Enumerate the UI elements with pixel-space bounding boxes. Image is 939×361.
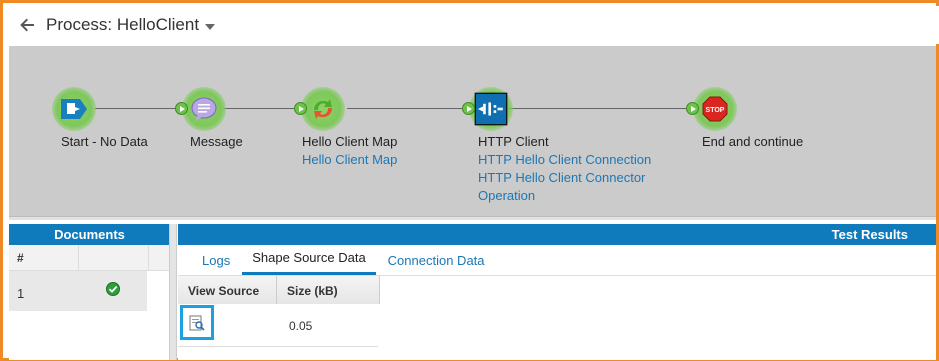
- connector-dot: [462, 102, 475, 115]
- view-source-cell: [178, 304, 277, 342]
- start-no-data-icon: [61, 99, 87, 119]
- shape-map[interactable]: [294, 87, 345, 131]
- shape-http-client[interactable]: [462, 87, 513, 131]
- stop-icon: STOP: [702, 96, 728, 122]
- chevron-down-icon[interactable]: [205, 24, 216, 30]
- flow-line: [95, 108, 187, 109]
- shape-label-start: Start - No Data: [61, 134, 148, 149]
- http-client-icon: [474, 92, 508, 126]
- row-divider: [178, 346, 378, 347]
- flow-line: [223, 108, 305, 109]
- view-source-icon: [189, 315, 205, 331]
- connector-dot: [294, 102, 307, 115]
- shape-label-map: Hello Client Map: [302, 134, 398, 149]
- arrow-left-icon[interactable]: [18, 15, 38, 35]
- documents-columns: #: [9, 245, 170, 271]
- message-icon: [191, 97, 217, 121]
- shape-label-http-client: HTTP Client: [478, 134, 549, 149]
- document-status: [79, 271, 147, 311]
- process-header: Process: HelloClient: [6, 6, 939, 44]
- flow-line: [509, 108, 691, 109]
- documents-panel: Documents # 1: [9, 224, 170, 360]
- tab-shape-source-data[interactable]: Shape Source Data: [242, 250, 376, 275]
- shape-end[interactable]: STOP: [686, 87, 737, 131]
- tab-logs[interactable]: Logs: [202, 253, 230, 275]
- vertical-splitter[interactable]: [169, 224, 177, 360]
- column-header-status: [79, 245, 149, 270]
- map-link[interactable]: Hello Client Map: [302, 152, 397, 167]
- view-source-button[interactable]: [180, 305, 214, 340]
- shape-label-message: Message: [190, 134, 243, 149]
- shape-message[interactable]: [175, 87, 226, 131]
- process-title: Process: HelloClient: [46, 15, 200, 34]
- connector-dot: [175, 102, 188, 115]
- http-operation-link-cont[interactable]: Operation: [478, 188, 535, 203]
- column-header-view-source: View Source: [178, 276, 277, 304]
- tab-connection-data[interactable]: Connection Data: [388, 253, 485, 275]
- documents-title: Documents: [9, 224, 170, 245]
- panel-splitter[interactable]: [9, 216, 936, 220]
- process-canvas: Start - No Data Message Hello Client Map: [9, 46, 936, 216]
- document-row[interactable]: 1: [9, 271, 147, 311]
- app-frame: Process: HelloClient Start - No Data Mes…: [0, 0, 939, 361]
- http-operation-link[interactable]: HTTP Hello Client Connector: [478, 170, 645, 185]
- results-tabs: Logs Shape Source Data Connection Data: [178, 245, 936, 276]
- results-columns: View Source Size (kB): [178, 276, 380, 304]
- test-results-panel: Test Results Logs Shape Source Data Conn…: [178, 224, 936, 360]
- size-cell: 0.05: [289, 319, 313, 333]
- connector-dot: [686, 102, 699, 115]
- test-results-title: Test Results: [178, 224, 936, 245]
- flow-line: [347, 108, 471, 109]
- svg-text:STOP: STOP: [706, 107, 725, 114]
- document-number: 1: [17, 286, 25, 301]
- shape-label-end: End and continue: [702, 134, 804, 149]
- check-circle-icon: [106, 282, 120, 296]
- table-row: 0.05: [178, 304, 380, 342]
- column-header-size: Size (kB): [277, 276, 380, 304]
- shape-start[interactable]: [52, 87, 96, 131]
- map-icon: [314, 99, 332, 119]
- http-connection-link[interactable]: HTTP Hello Client Connection: [478, 152, 651, 167]
- column-header-number: #: [9, 245, 79, 270]
